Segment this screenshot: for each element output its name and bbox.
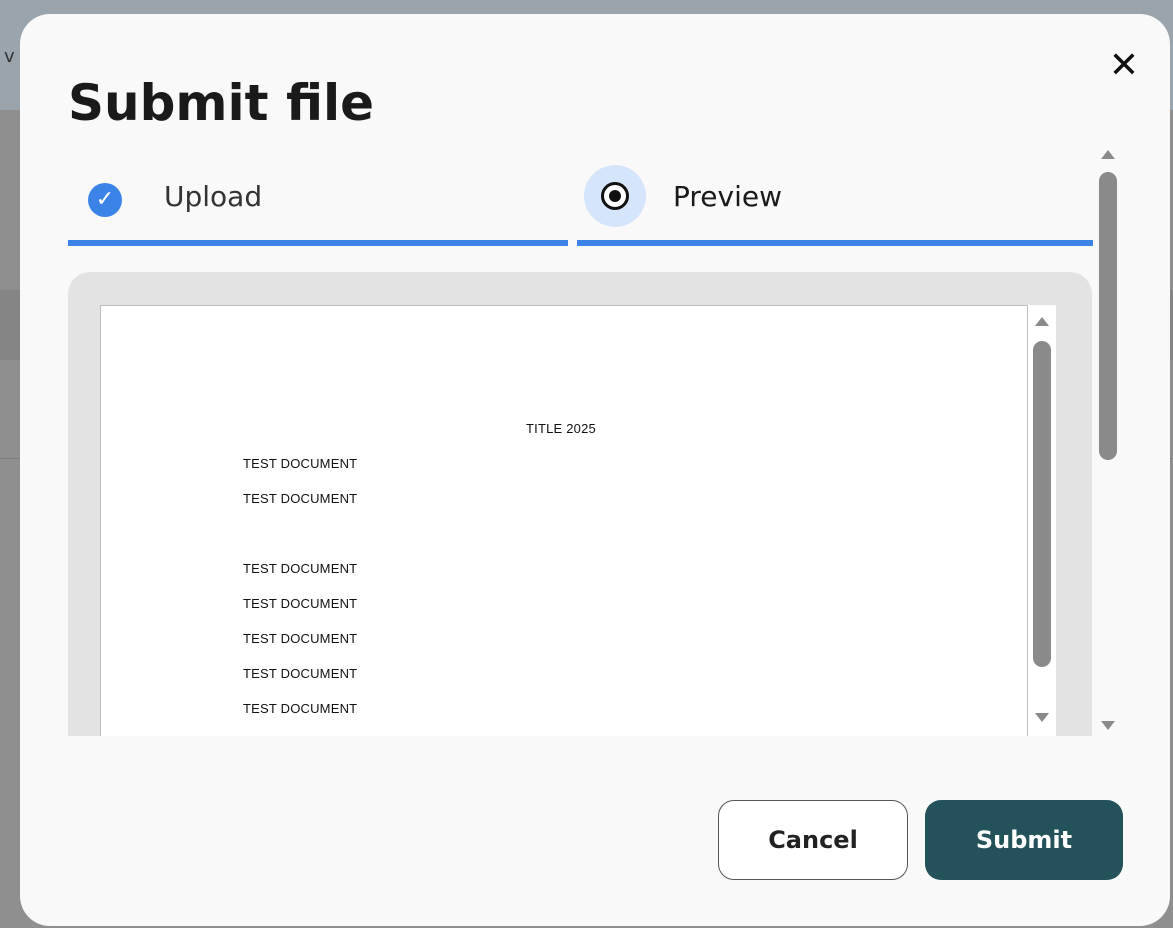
document-line: TEST DOCUMENT <box>243 666 358 681</box>
background-text-fragment: v <box>4 46 15 67</box>
scrollbar-thumb[interactable] <box>1033 341 1051 667</box>
scrollbar-thumb[interactable] <box>1099 172 1117 460</box>
scroll-down-arrow-icon[interactable] <box>1101 721 1115 730</box>
document-line: TEST DOCUMENT <box>243 596 358 611</box>
step-preview[interactable]: Preview <box>577 150 1093 246</box>
scroll-up-arrow-icon[interactable] <box>1101 150 1115 159</box>
document-line: TEST DOCUMENT <box>243 561 358 576</box>
step-preview-progress-bar <box>577 240 1093 246</box>
cancel-button[interactable]: Cancel <box>718 800 908 880</box>
check-circle-icon: ✓ <box>88 183 122 217</box>
document-line: TEST DOCUMENT <box>243 456 358 471</box>
document-page: TITLE 2025 TEST DOCUMENT TEST DOCUMENT T… <box>100 305 1028 736</box>
dialog-title: Submit file <box>68 74 375 132</box>
scroll-up-arrow-icon[interactable] <box>1035 317 1049 326</box>
step-upload-label: Upload <box>164 180 263 213</box>
document-scrollbar[interactable] <box>1028 305 1056 736</box>
close-button[interactable]: ✕ <box>1106 48 1142 84</box>
submit-button[interactable]: Submit <box>925 800 1123 880</box>
document-title: TITLE 2025 <box>526 421 596 436</box>
radio-selected-icon <box>601 182 629 210</box>
submit-file-dialog: ✕ Submit file ✓ Upload Preview TITLE 202… <box>20 14 1170 926</box>
radio-dot <box>609 190 621 202</box>
step-upload-progress-bar <box>68 240 568 246</box>
document-line: TEST DOCUMENT <box>243 631 358 646</box>
step-upload[interactable]: ✓ Upload <box>68 150 568 246</box>
scroll-down-arrow-icon[interactable] <box>1035 713 1049 722</box>
document-preview-frame: TITLE 2025 TEST DOCUMENT TEST DOCUMENT T… <box>68 272 1092 736</box>
dialog-scrollbar[interactable] <box>1094 140 1122 740</box>
document-line: TEST DOCUMENT <box>243 701 358 716</box>
document-line: TEST DOCUMENT <box>243 491 358 506</box>
step-preview-label: Preview <box>673 180 782 213</box>
